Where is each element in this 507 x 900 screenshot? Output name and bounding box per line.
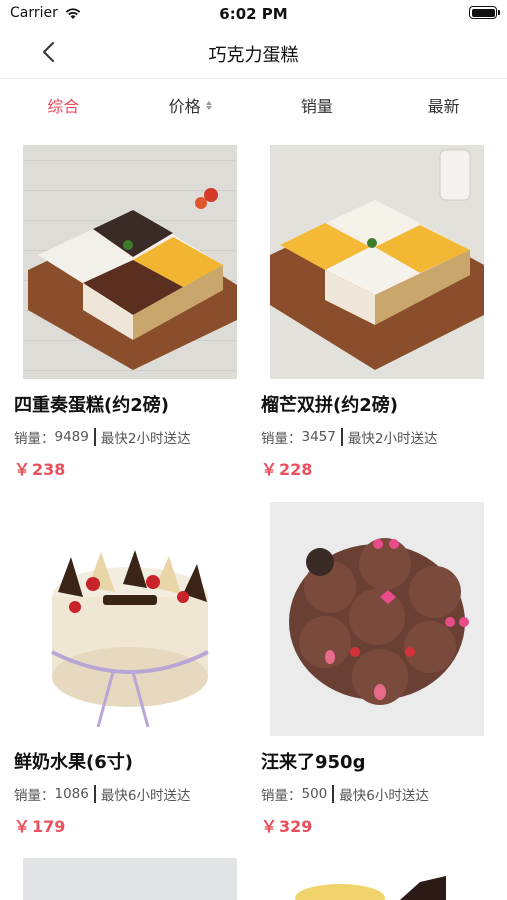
product-card[interactable]: 汪来了950g 销量： 500 最快6小时送达 ￥ 329 <box>261 502 485 837</box>
currency-symbol: ￥ <box>261 817 278 836</box>
delivery-time: 最快6小时送达 <box>100 788 191 804</box>
product-card[interactable] <box>261 858 485 900</box>
divider <box>93 428 96 446</box>
sales-count: 500 <box>301 786 328 802</box>
sort-tab-price[interactable]: 价格 <box>127 80 254 130</box>
product-image <box>270 145 484 379</box>
battery-icon <box>469 6 500 19</box>
sort-bar: 综合 价格 销量 最新 <box>0 80 507 130</box>
price-value: 228 <box>279 460 313 479</box>
product-image <box>270 502 484 736</box>
product-name: 汪来了950g <box>261 752 366 773</box>
product-card[interactable]: 四重奏蛋糕(约2磅) 销量： 9489 最快2小时送达 ￥ 238 <box>14 145 238 480</box>
navigation-bar: 巧克力蛋糕 <box>0 28 507 79</box>
sort-tab-comprehensive[interactable]: 综合 <box>0 80 127 130</box>
delivery-time: 最快2小时送达 <box>100 431 191 447</box>
sales-label: 销量： <box>261 788 302 804</box>
currency-symbol: ￥ <box>14 817 31 836</box>
product-price: ￥ 228 <box>261 456 485 480</box>
sales-label: 销量： <box>261 431 302 447</box>
product-image <box>23 858 237 900</box>
delivery-time: 最快6小时送达 <box>339 788 429 804</box>
sales-count: 3457 <box>301 429 336 445</box>
divider <box>93 785 96 803</box>
product-price: ￥ 329 <box>261 813 485 837</box>
product-price: ￥ 238 <box>14 456 238 480</box>
product-name: 四重奏蛋糕(约2磅) <box>14 395 169 416</box>
sort-arrows-icon <box>205 100 212 110</box>
sort-tab-label: 销量 <box>300 97 333 116</box>
product-image <box>270 858 484 900</box>
sort-tab-label: 价格 <box>168 97 201 116</box>
product-card[interactable]: 榴芒双拼(约2磅) 销量： 3457 最快2小时送达 ￥ 228 <box>261 145 485 480</box>
product-price: ￥ 179 <box>14 813 238 837</box>
product-meta: 销量： 9489 最快2小时送达 <box>14 427 238 447</box>
sales-label: 销量： <box>14 788 55 804</box>
sort-tab-newest[interactable]: 最新 <box>380 80 507 130</box>
price-value: 238 <box>32 460 66 479</box>
product-image <box>23 502 237 736</box>
product-name: 鲜奶水果(6寸) <box>14 752 133 773</box>
divider <box>332 785 335 803</box>
sales-count: 1086 <box>54 786 89 802</box>
sort-tab-label: 综合 <box>47 97 80 116</box>
product-image <box>23 145 237 379</box>
sales-count: 9489 <box>54 429 89 445</box>
product-meta: 销量： 1086 最快6小时送达 <box>14 784 238 804</box>
currency-symbol: ￥ <box>261 460 278 479</box>
status-bar: Carrier 6:02 PM <box>0 0 507 28</box>
product-card[interactable]: 鲜奶水果(6寸) 销量： 1086 最快6小时送达 ￥ 179 <box>14 502 238 837</box>
sales-label: 销量： <box>14 431 55 447</box>
product-meta: 销量： 500 最快6小时送达 <box>261 784 485 804</box>
price-value: 179 <box>32 817 66 836</box>
clock: 6:02 PM <box>219 5 288 23</box>
page-title: 巧克力蛋糕 <box>208 45 299 66</box>
divider <box>340 428 343 446</box>
price-value: 329 <box>279 817 313 836</box>
sort-tab-label: 最新 <box>427 97 460 116</box>
product-name: 榴芒双拼(约2磅) <box>261 395 398 416</box>
product-meta: 销量： 3457 最快2小时送达 <box>261 427 485 447</box>
currency-symbol: ￥ <box>14 460 31 479</box>
product-card[interactable] <box>14 858 238 900</box>
delivery-time: 最快2小时送达 <box>347 431 438 447</box>
sort-tab-sales[interactable]: 销量 <box>254 80 381 130</box>
